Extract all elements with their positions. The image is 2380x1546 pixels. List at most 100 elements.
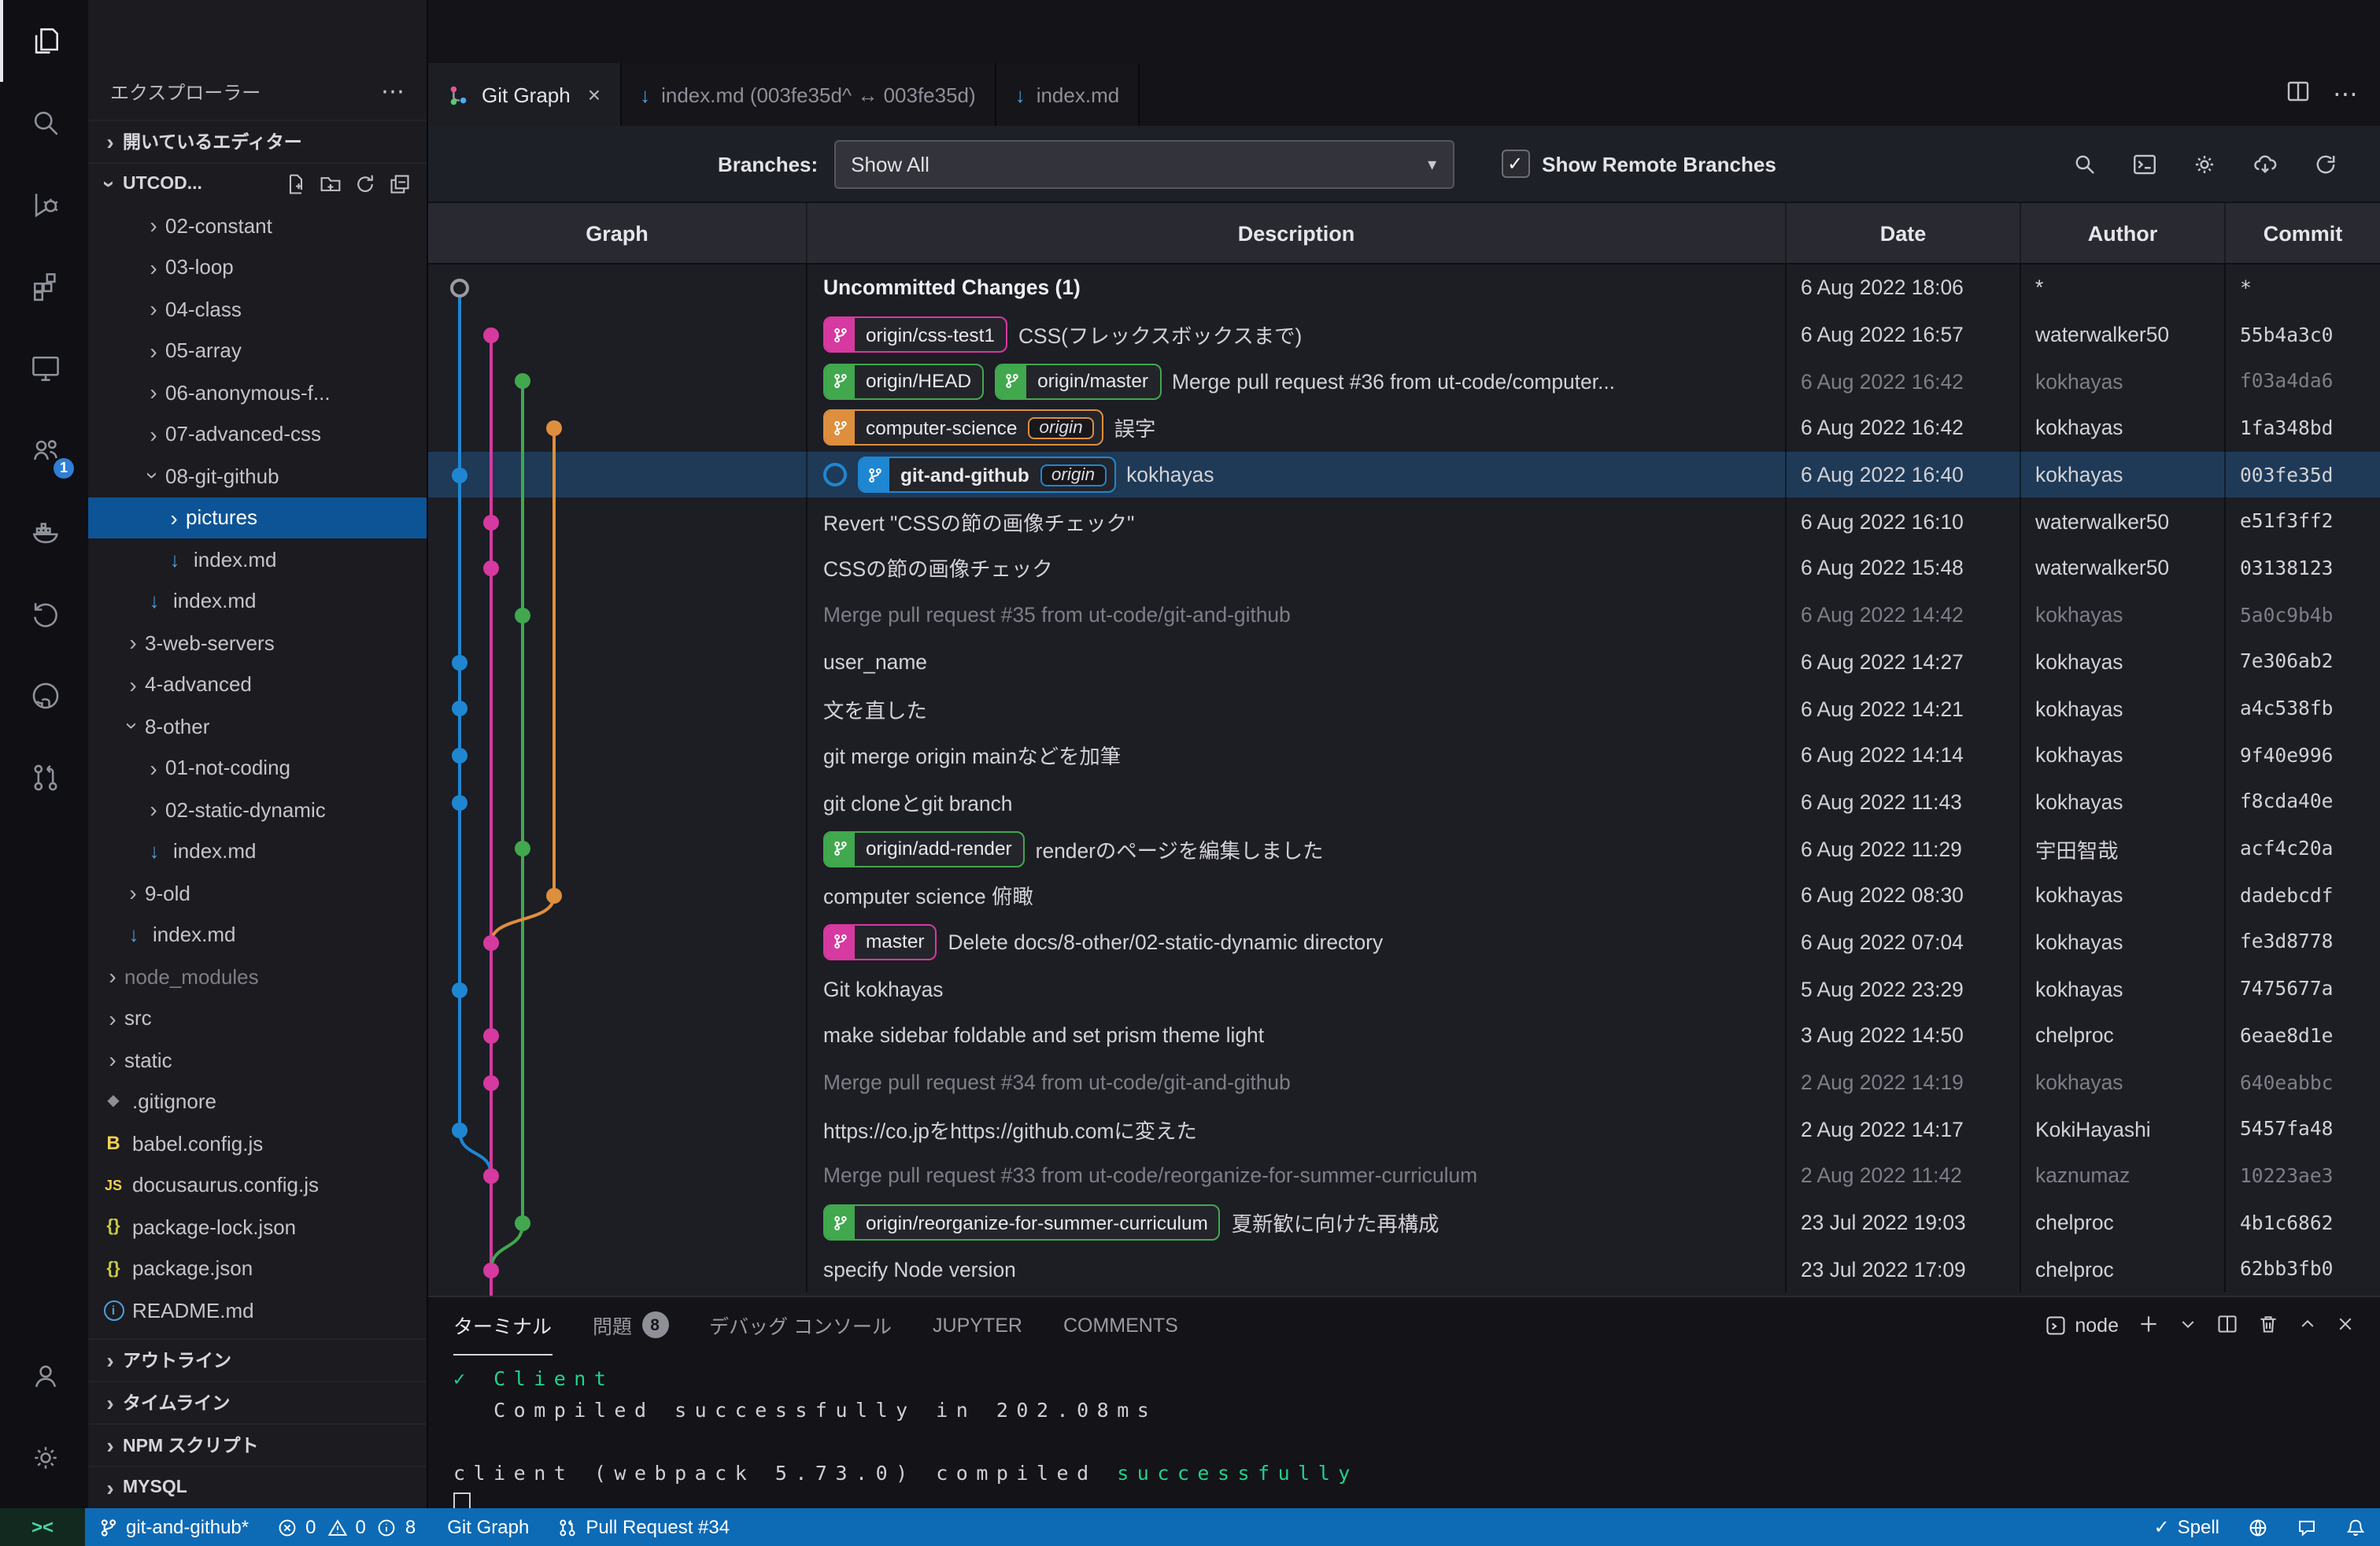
commit-row[interactable]: 文を直した6 Aug 2022 14:21kokhayasa4c538fb (428, 685, 2380, 731)
tab-index-md[interactable]: ↓ index.md (996, 63, 1140, 126)
commit-row[interactable]: git-and-githuboriginkokhayas6 Aug 2022 1… (428, 452, 2380, 498)
collapse-folders-icon[interactable] (389, 173, 411, 195)
tree-item[interactable]: ›3-web-servers (88, 622, 427, 664)
commit-row[interactable]: Merge pull request #33 from ut-code/reor… (428, 1152, 2380, 1199)
more-actions-icon[interactable]: ⋯ (381, 77, 405, 105)
tree-item[interactable]: ›03-loop (88, 246, 427, 288)
editor-more-actions-icon[interactable]: ⋯ (2333, 79, 2358, 110)
tree-item[interactable]: ›static (88, 1039, 427, 1081)
tree-item[interactable]: {}package.json (88, 1248, 427, 1289)
accounts-icon[interactable]: 1 (0, 409, 88, 491)
commit-row[interactable]: computer-scienceorigin誤字6 Aug 2022 16:42… (428, 405, 2380, 451)
branch-indicator[interactable]: git-and-github* (85, 1508, 263, 1546)
tree-item[interactable]: ›04-class (88, 288, 427, 330)
commit-row[interactable]: CSSの節の画像チェック6 Aug 2022 15:48waterwalker5… (428, 545, 2380, 591)
terminal-output[interactable]: ✓ Client Compiled successfully in 202.08… (428, 1354, 2380, 1508)
tab-debug-console[interactable]: デバッグ コンソール (709, 1296, 892, 1355)
undo-history-icon[interactable] (0, 573, 88, 655)
tree-item[interactable]: JSdocusaurus.config.js (88, 1164, 427, 1206)
pull-request-status[interactable]: Pull Request #34 (543, 1508, 744, 1546)
tab-comments[interactable]: COMMENTS (1063, 1296, 1178, 1355)
git-graph-status[interactable]: Git Graph (433, 1508, 543, 1546)
outline-section[interactable]: ›アウトライン (88, 1338, 427, 1381)
close-panel-icon[interactable] (2336, 1314, 2355, 1337)
commit-row[interactable]: Merge pull request #34 from ut-code/git-… (428, 1059, 2380, 1105)
tree-item[interactable]: ↓index.md (88, 538, 427, 580)
extensions-icon[interactable] (0, 246, 88, 327)
commit-row[interactable]: origin/reorganize-for-summer-curriculum夏… (428, 1200, 2380, 1246)
mysql-section[interactable]: ›MYSQL (88, 1466, 427, 1508)
commit-row[interactable]: origin/add-renderrenderのページを編集しました6 Aug … (428, 826, 2380, 872)
tree-item[interactable]: ›pictures (88, 497, 427, 538)
split-terminal-icon[interactable] (2216, 1312, 2238, 1339)
globe-indicator[interactable] (2234, 1508, 2282, 1546)
chevron-down-icon[interactable] (2179, 1314, 2197, 1337)
commit-row[interactable]: git merge origin mainなどを加筆6 Aug 2022 14:… (428, 732, 2380, 779)
notifications[interactable] (2331, 1508, 2380, 1546)
pull-request-icon[interactable] (0, 737, 88, 819)
commit-row[interactable]: make sidebar foldable and set prism them… (428, 1012, 2380, 1059)
commit-row[interactable]: origin/HEADorigin/masterMerge pull reque… (428, 358, 2380, 405)
commit-row[interactable]: Git kokhayas5 Aug 2022 23:29kokhayas7475… (428, 966, 2380, 1012)
tree-item[interactable]: ›06-anonymous-f... (88, 372, 427, 413)
tree-item[interactable]: ›9-old (88, 872, 427, 914)
tree-item[interactable]: ›02-constant (88, 205, 427, 246)
account-icon[interactable] (0, 1335, 88, 1417)
commit-row[interactable]: git cloneとgit branch6 Aug 2022 11:43kokh… (428, 779, 2380, 825)
remote-explorer-icon[interactable] (0, 327, 88, 409)
tab-problems[interactable]: 問題8 (593, 1296, 668, 1355)
split-editor-icon[interactable] (2286, 78, 2311, 111)
new-terminal-icon[interactable] (2138, 1312, 2160, 1339)
branch-badge[interactable]: git-and-githuborigin (858, 457, 1115, 493)
branches-dropdown[interactable]: Show All ▾ (833, 139, 1454, 188)
refresh-explorer-icon[interactable] (354, 173, 376, 195)
terminal-icon[interactable] (2131, 150, 2158, 177)
commit-row[interactable]: https://co.jpをhttps://github.comに変えた2 Au… (428, 1106, 2380, 1152)
workspace-section[interactable]: › UTCOD... (88, 162, 427, 205)
branch-badge[interactable]: computer-scienceorigin (823, 410, 1103, 446)
branch-badge[interactable]: master (823, 924, 937, 960)
commit-row[interactable]: Uncommitted Changes (1)6 Aug 2022 18:06*… (428, 264, 2380, 311)
refresh-icon[interactable] (2312, 150, 2339, 177)
tab-jupyter[interactable]: JUPYTER (933, 1296, 1022, 1355)
tab-git-graph[interactable]: Git Graph × (428, 63, 621, 126)
branch-badge[interactable]: origin/add-render (823, 830, 1025, 867)
settings-gear-icon[interactable] (0, 1417, 88, 1499)
tree-item[interactable]: ›src (88, 997, 427, 1039)
tree-item[interactable]: {}package-lock.json (88, 1206, 427, 1248)
search-icon[interactable] (0, 82, 88, 164)
settings-icon[interactable] (2191, 150, 2218, 177)
tree-item[interactable]: ›node_modules (88, 956, 427, 997)
explorer-icon[interactable] (0, 0, 88, 82)
tree-item[interactable]: ›07-advanced-css (88, 413, 427, 455)
commit-row[interactable]: specify Node version23 Jul 2022 17:09che… (428, 1246, 2380, 1293)
remote-indicator[interactable]: >< (0, 1508, 85, 1546)
commit-row[interactable]: masterDelete docs/8-other/02-static-dyna… (428, 919, 2380, 965)
tree-item[interactable]: ›4-advanced (88, 664, 427, 705)
github-icon[interactable] (0, 655, 88, 737)
commit-row[interactable]: computer science 俯瞰6 Aug 2022 08:30kokha… (428, 872, 2380, 919)
commit-row[interactable]: origin/css-test1CSS(フレックスボックスまで)6 Aug 20… (428, 311, 2380, 357)
commit-row[interactable]: Revert "CSSの節の画像チェック"6 Aug 2022 16:10wat… (428, 498, 2380, 545)
commit-row[interactable]: user_name6 Aug 2022 14:27kokhayas7e306ab… (428, 638, 2380, 685)
tree-item[interactable]: ↓index.md (88, 580, 427, 622)
tree-item[interactable]: iREADME.md (88, 1289, 427, 1331)
timeline-section[interactable]: ›タイムライン (88, 1381, 427, 1423)
docker-icon[interactable] (0, 491, 88, 573)
tab-index-md-diff[interactable]: ↓ index.md (003fe35d^ ↔ 003fe35d) (621, 63, 996, 126)
show-remote-checkbox[interactable]: ✓ (1501, 150, 1529, 178)
tree-item[interactable]: ◆.gitignore (88, 1081, 427, 1123)
fetch-remote-icon[interactable] (2251, 150, 2279, 177)
branch-badge[interactable]: origin/reorganize-for-summer-curriculum (823, 1204, 1221, 1241)
tree-item[interactable]: Bbabel.config.js (88, 1123, 427, 1164)
branch-badge[interactable]: origin/master (995, 363, 1161, 399)
shell-selector[interactable]: node (2045, 1315, 2119, 1337)
tree-item[interactable]: ↓index.md (88, 914, 427, 956)
find-commit-icon[interactable] (2071, 150, 2098, 177)
kill-terminal-icon[interactable] (2257, 1312, 2279, 1339)
tree-item[interactable]: ›02-static-dynamic (88, 789, 427, 830)
npm-scripts-section[interactable]: ›NPM スクリプト (88, 1423, 427, 1466)
commit-row[interactable]: Merge pull request #35 from ut-code/git-… (428, 592, 2380, 638)
branch-badge[interactable]: origin/css-test1 (823, 316, 1007, 353)
close-tab-icon[interactable]: × (588, 82, 601, 107)
